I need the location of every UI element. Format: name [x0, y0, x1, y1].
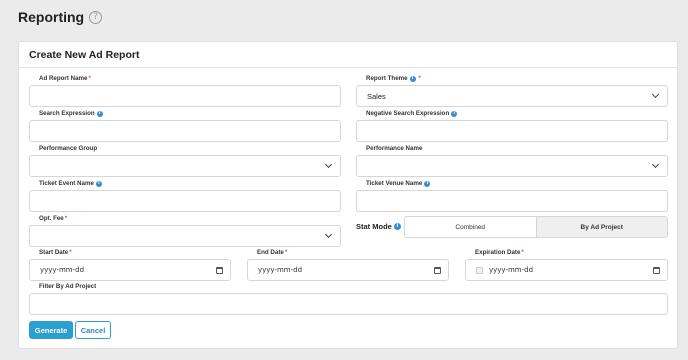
opt-fee-field: Opt. Fee * — [29, 215, 341, 247]
expiration-date-checkbox[interactable] — [476, 266, 483, 274]
ticket-venue-name-field: Ticket Venue Name i — [356, 180, 668, 212]
stat-mode-option-combined[interactable]: Combined — [405, 217, 536, 237]
ticket-venue-name-input[interactable] — [356, 190, 668, 212]
report-theme-label: Report Theme — [366, 75, 408, 82]
calendar-icon[interactable] — [216, 267, 223, 274]
ad-report-name-label: Ad Report Name — [39, 75, 88, 82]
chevron-down-icon — [651, 160, 660, 169]
stat-mode-label: Stat Mode — [356, 222, 392, 231]
create-report-card: Create New Ad Report Ad Report Name * Rep… — [18, 41, 678, 349]
info-icon[interactable]: i — [451, 110, 458, 117]
performance-group-label: Performance Group — [39, 145, 98, 152]
ad-report-name-field: Ad Report Name * — [29, 75, 341, 107]
filter-by-ad-project-label: Filter By Ad Project — [39, 283, 97, 290]
start-date-field: Start Date * yyyy-mm-dd — [29, 249, 231, 281]
filter-by-ad-project-field: Filter By Ad Project — [29, 283, 668, 315]
performance-name-label: Performance Name — [366, 145, 423, 152]
chevron-down-icon — [324, 230, 333, 239]
stat-mode-toggle: Combined By Ad Project — [404, 216, 668, 238]
end-date-input[interactable]: yyyy-mm-dd — [247, 259, 449, 281]
start-date-label: Start Date — [39, 249, 69, 256]
ad-report-name-input[interactable] — [29, 85, 341, 107]
report-theme-field: Report Theme i * Sales — [356, 75, 668, 107]
performance-name-field: Performance Name — [356, 145, 668, 177]
card-divider — [19, 67, 677, 68]
start-date-input[interactable]: yyyy-mm-dd — [29, 259, 231, 281]
expiration-date-placeholder: yyyy-mm-dd — [489, 266, 534, 274]
expiration-date-field: Expiration Date * yyyy-mm-dd — [465, 249, 668, 281]
chevron-down-icon — [324, 160, 333, 169]
negative-search-expression-label: Negative Search Expression — [366, 110, 450, 117]
ticket-event-name-field: Ticket Event Name i — [29, 180, 341, 212]
calendar-icon[interactable] — [653, 267, 660, 274]
performance-group-select[interactable] — [29, 155, 341, 177]
info-icon[interactable]: i — [424, 180, 431, 187]
ticket-venue-name-label: Ticket Venue Name — [366, 180, 423, 187]
expiration-date-label: Expiration Date — [475, 249, 521, 256]
required-marker: * — [69, 249, 72, 256]
ticket-event-name-label: Ticket Event Name — [39, 180, 94, 187]
performance-name-select[interactable] — [356, 155, 668, 177]
required-marker: * — [88, 75, 91, 82]
end-date-label: End Date — [257, 249, 284, 256]
report-theme-value: Sales — [367, 91, 386, 101]
cancel-button[interactable]: Cancel — [75, 321, 111, 339]
start-date-placeholder: yyyy-mm-dd — [40, 266, 85, 274]
end-date-field: End Date * yyyy-mm-dd — [247, 249, 449, 281]
negative-search-expression-field: Negative Search Expression i — [356, 110, 668, 142]
required-marker: * — [284, 249, 288, 256]
negative-search-expression-input[interactable] — [356, 120, 668, 142]
card-title: Create New Ad Report — [29, 49, 140, 61]
required-marker: * — [64, 215, 68, 222]
expiration-date-input[interactable]: yyyy-mm-dd — [465, 259, 668, 281]
end-date-placeholder: yyyy-mm-dd — [258, 266, 303, 274]
performance-group-field: Performance Group — [29, 145, 341, 177]
page-title: Reporting — [18, 9, 85, 25]
generate-button[interactable]: Generate — [29, 321, 73, 339]
search-expression-label: Search Expression — [39, 110, 95, 117]
required-marker: * — [416, 75, 421, 82]
stat-mode-option-by-ad-project[interactable]: By Ad Project — [535, 217, 667, 237]
opt-fee-label: Opt. Fee — [39, 215, 64, 222]
info-icon[interactable]: i — [393, 223, 401, 230]
page-header: Reporting ? — [18, 9, 103, 25]
chevron-down-icon — [651, 90, 660, 99]
search-expression-input[interactable] — [29, 120, 341, 142]
info-icon[interactable]: i — [95, 180, 102, 187]
search-expression-field: Search Expression i — [29, 110, 341, 142]
report-theme-select[interactable]: Sales — [356, 85, 668, 107]
info-icon[interactable]: i — [409, 75, 416, 82]
calendar-icon[interactable] — [434, 267, 441, 274]
info-icon[interactable]: i — [96, 110, 103, 117]
stat-mode-label-group: Stat Mode i — [356, 222, 401, 231]
help-icon[interactable]: ? — [89, 10, 103, 24]
required-marker: * — [521, 249, 524, 256]
opt-fee-select[interactable] — [29, 225, 341, 247]
filter-by-ad-project-input[interactable] — [29, 293, 668, 315]
ticket-event-name-input[interactable] — [29, 190, 341, 212]
